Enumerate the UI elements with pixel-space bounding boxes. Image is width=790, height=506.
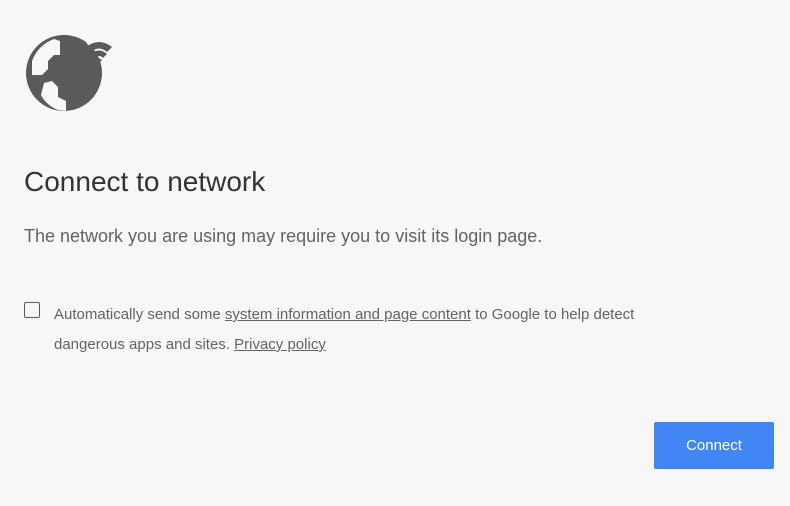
optin-text-after: to Google to help detect [470,306,635,323]
optin-line-2: dangerous apps and sites. Privacy policy [54,330,754,360]
system-info-link[interactable]: system information and page content [225,306,471,323]
optin-line-1: Automatically send some system informati… [54,300,754,330]
privacy-policy-link[interactable]: Privacy policy [234,336,326,353]
optin-line2-text: dangerous apps and sites. [54,336,235,353]
optin-text: Automatically send some system informati… [54,300,754,360]
connect-button[interactable]: Connect [654,422,774,469]
globe-wifi-icon [26,35,112,111]
page-subtitle: The network you are using may require yo… [24,226,543,246]
page-title: Connect to network [24,166,266,197]
optin-text-before: Automatically send some [54,306,225,323]
optin-checkbox[interactable] [24,302,40,318]
